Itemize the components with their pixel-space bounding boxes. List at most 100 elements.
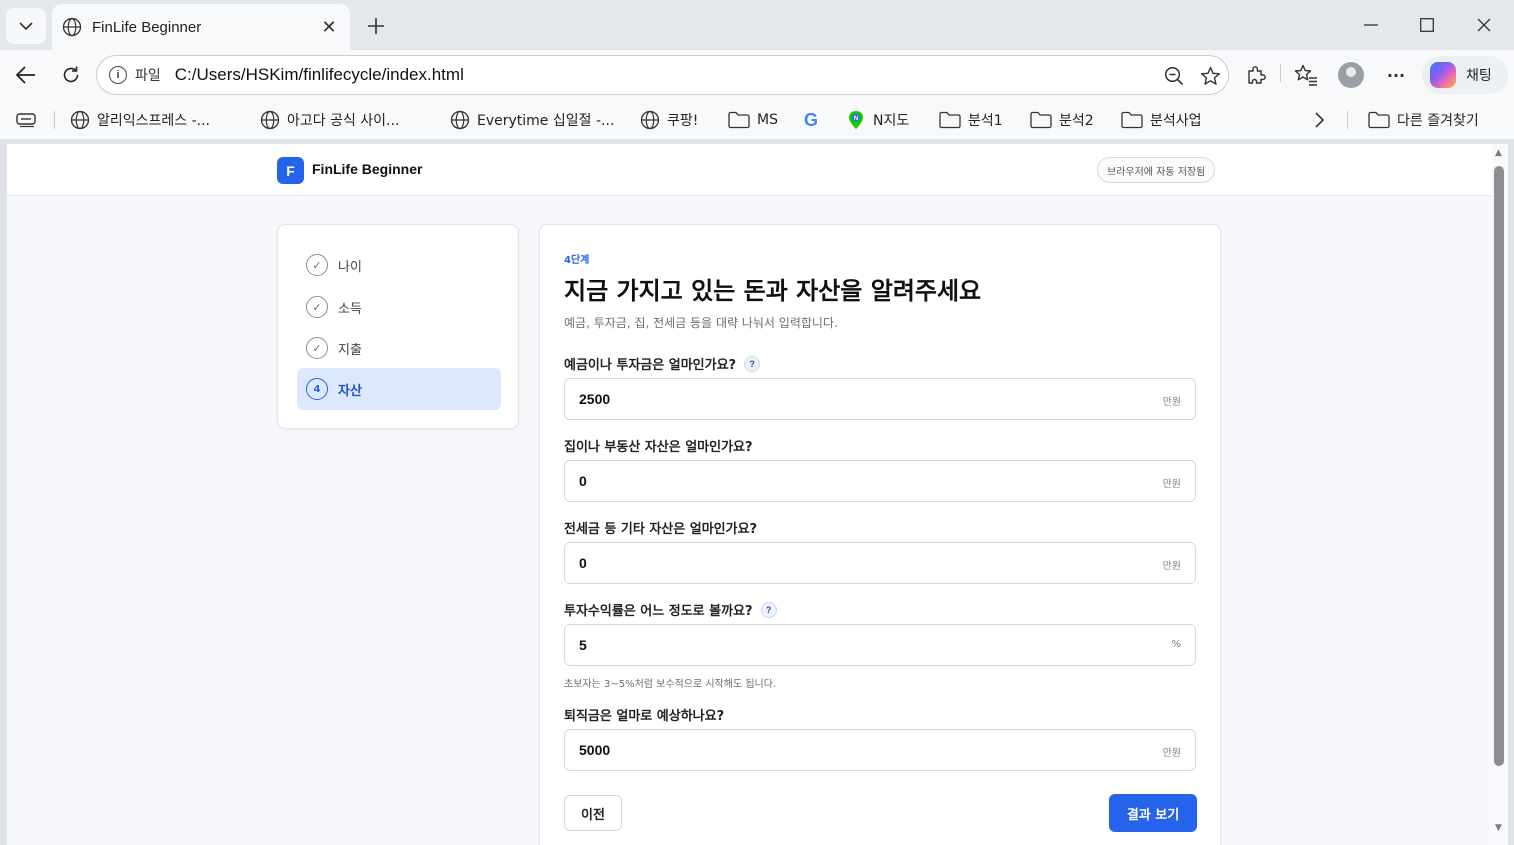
minimize-icon [1364, 24, 1378, 26]
close-tab-icon[interactable]: ✕ [318, 16, 340, 38]
bookmark-folder-analysis1[interactable]: 분석1 [939, 108, 1003, 132]
input-value: 5000 [579, 742, 611, 758]
unit-label: % [1171, 639, 1181, 650]
plus-icon [368, 18, 384, 34]
bookmark-label: 쿠팡! [667, 113, 699, 129]
minimize-button[interactable] [1356, 10, 1386, 40]
help-icon[interactable]: ? [760, 601, 777, 618]
bookmark-label: MS [757, 112, 778, 128]
globe-icon [62, 17, 82, 37]
bookmark-label: N지도 [873, 113, 910, 129]
tab-title: FinLife Beginner [92, 18, 202, 36]
folder-icon [939, 111, 961, 129]
severance-input[interactable]: 5000 만원 [564, 729, 1196, 771]
more-options-icon[interactable]: ··· [1384, 63, 1408, 87]
bookmark-label: 분석사업 [1150, 113, 1202, 129]
step-indicator: 4단계 [564, 255, 590, 266]
chevron-down-icon [19, 21, 33, 30]
scroll-up-icon[interactable]: ▲ [1495, 148, 1502, 158]
refresh-button[interactable] [55, 59, 87, 91]
step-navigation: ✓ 나이 ✓ 소득 ✓ 지출 4 자산 [277, 224, 519, 429]
address-bar[interactable]: i 파일 C:/Users/HSKim/finlifecycle/index.h… [96, 55, 1229, 95]
other-assets-input[interactable]: 0 만원 [564, 542, 1196, 584]
step-item-assets[interactable]: 4 자산 [297, 368, 501, 410]
close-window-button[interactable] [1469, 10, 1499, 40]
step-number-badge: 4 [306, 378, 328, 400]
scroll-thumb[interactable] [1494, 166, 1504, 766]
step-label: 소득 [338, 301, 362, 317]
globe-icon [70, 110, 90, 130]
return-rate-input[interactable]: 5 % [564, 624, 1196, 666]
bookmark-folder-analysis-project[interactable]: 분석사업 [1121, 108, 1202, 132]
address-url[interactable]: C:/Users/HSKim/finlifecycle/index.html [175, 65, 464, 85]
bookmark-everytime[interactable]: Everytime 십일절 -... [450, 108, 614, 132]
naver-map-icon: N [849, 111, 863, 129]
check-icon: ✓ [306, 296, 328, 318]
help-icon[interactable]: ? [744, 355, 761, 372]
bookmark-label: 알리익스프레스 -... [97, 113, 211, 129]
maximize-button[interactable] [1412, 10, 1442, 40]
view-results-button[interactable]: 결과 보기 [1109, 794, 1197, 832]
previous-button[interactable]: 이전 [564, 795, 622, 831]
page-scrollbar[interactable]: ▲ ▼ [1492, 144, 1508, 845]
zoom-icon[interactable] [1163, 65, 1185, 87]
bookmark-agoda[interactable]: 아고다 공식 사이... [260, 108, 399, 132]
folder-icon [728, 111, 750, 129]
globe-icon [640, 110, 660, 130]
chevron-right-icon [1315, 112, 1325, 128]
question-text: 퇴직금은 얼마로 예상하나요? [564, 709, 725, 724]
page-subtitle: 예금, 투자금, 집, 전세금 등을 대략 나눠서 입력합니다. [564, 316, 838, 330]
unit-label: 만원 [1162, 479, 1181, 490]
bookmark-google[interactable]: G [804, 108, 818, 132]
bookmark-aliexpress[interactable]: 알리익스프레스 -... [70, 108, 210, 132]
bookmark-naver-map[interactable]: N N지도 [846, 108, 909, 132]
bookmark-label: 아고다 공식 사이... [287, 113, 400, 129]
return-rate-hint: 초보자는 3~5%처럼 보수적으로 시작해도 됩니다. [564, 679, 777, 690]
close-icon [1477, 18, 1491, 32]
back-button[interactable] [10, 59, 42, 91]
real-estate-input[interactable]: 0 만원 [564, 460, 1196, 502]
svg-text:N: N [854, 116, 858, 122]
bookmark-coupang[interactable]: 쿠팡! [640, 108, 698, 132]
google-icon: G [804, 109, 819, 130]
copilot-icon [1430, 62, 1456, 88]
copilot-chat-button[interactable]: 채팅 [1422, 56, 1508, 94]
unit-label: 만원 [1162, 397, 1181, 408]
maximize-icon [1420, 18, 1434, 32]
favorite-star-icon[interactable] [1199, 65, 1221, 87]
refresh-icon [63, 66, 79, 83]
profile-avatar[interactable] [1337, 61, 1365, 89]
favorites-list-icon[interactable] [1294, 63, 1318, 87]
step-item-age[interactable]: ✓ 나이 [297, 244, 501, 286]
other-favorites-label: 다른 즐겨찾기 [1397, 113, 1479, 129]
bookmark-label: Everytime 십일절 -... [477, 113, 615, 129]
autosave-badge: 브라우저에 자동 저장됨 [1097, 157, 1216, 183]
browser-tab[interactable]: FinLife Beginner ✕ [52, 4, 350, 50]
bookmark-folder-ms[interactable]: MS [728, 108, 778, 132]
app-name: FinLife Beginner [312, 161, 423, 177]
step-item-expense[interactable]: ✓ 지출 [297, 327, 501, 369]
new-tab-button[interactable] [362, 12, 390, 40]
input-value: 5 [579, 637, 587, 653]
bookmark-folder-analysis2[interactable]: 분석2 [1030, 108, 1094, 132]
scroll-down-icon[interactable]: ▼ [1495, 823, 1502, 833]
bookmarks-overflow-button[interactable] [1314, 108, 1326, 132]
check-icon: ✓ [306, 254, 328, 276]
question-text: 집이나 부동산 자산은 얼마인가요? [564, 440, 753, 455]
extensions-puzzle-icon[interactable] [1244, 63, 1268, 87]
savings-input[interactable]: 2500 만원 [564, 378, 1196, 420]
step-item-income[interactable]: ✓ 소득 [297, 286, 501, 328]
globe-icon [450, 110, 470, 130]
browser-toolbar: i 파일 C:/Users/HSKim/finlifecycle/index.h… [0, 50, 1514, 100]
collections-icon[interactable] [16, 108, 38, 132]
page-viewport: F FinLife Beginner 브라우저에 자동 저장됨 ✓ 나이 ✓ 소… [6, 144, 1492, 845]
other-assets-question-label: 전세금 등 기타 자산은 얼마인가요? [564, 518, 757, 537]
app-header: F FinLife Beginner 브라우저에 자동 저장됨 [7, 144, 1492, 196]
app-logo: F [277, 157, 304, 184]
real-estate-question-label: 집이나 부동산 자산은 얼마인가요? [564, 436, 753, 455]
other-favorites-folder[interactable]: 다른 즐겨찾기 [1368, 108, 1479, 132]
tab-actions-menu-button[interactable] [6, 8, 46, 44]
severance-question-label: 퇴직금은 얼마로 예상하나요? [564, 705, 724, 724]
site-info-icon[interactable]: i [109, 66, 127, 84]
page-title: 지금 가지고 있는 돈과 자산을 알려주세요 [564, 277, 982, 305]
